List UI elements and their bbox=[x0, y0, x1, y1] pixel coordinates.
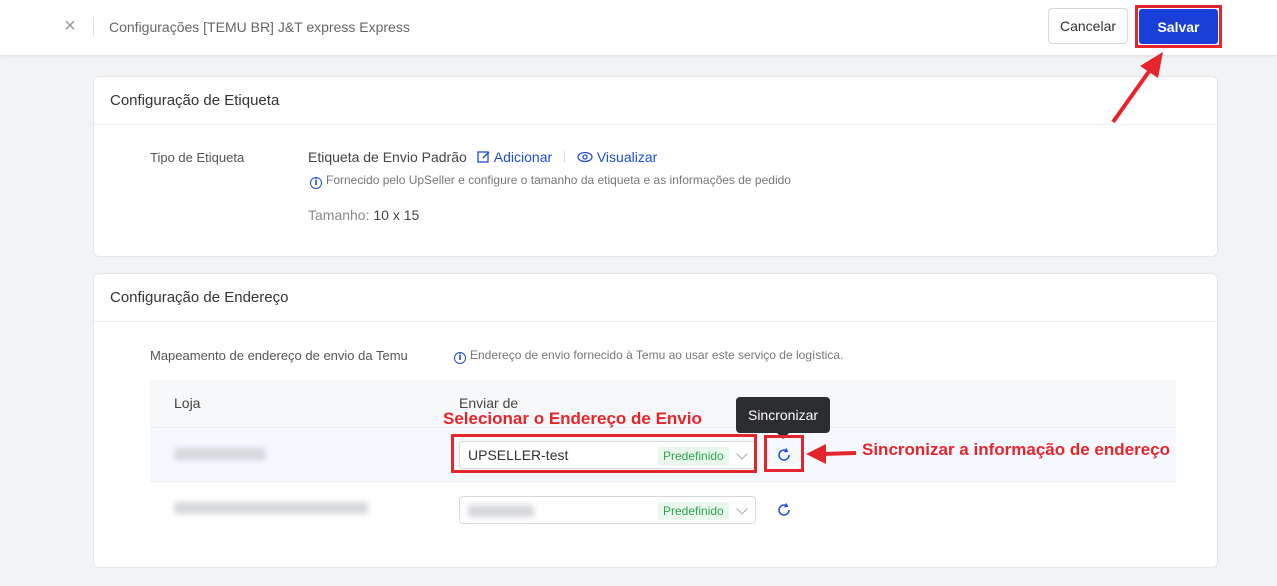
arrow-to-sync bbox=[806, 444, 857, 464]
annotation-arrows bbox=[806, 52, 1163, 464]
arrow-to-save bbox=[1111, 52, 1163, 124]
